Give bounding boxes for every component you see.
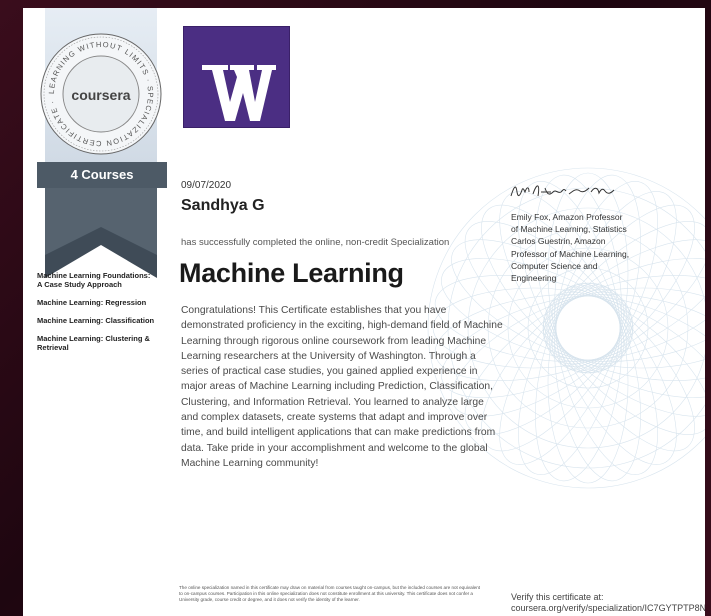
verify-label: Verify this certificate at: — [511, 592, 604, 602]
disclaimer: The online specialization named in this … — [179, 585, 481, 602]
certificate: LEARNING WITHOUT LIMITS · SPECIALIZATION… — [23, 8, 705, 616]
seal-brand: coursera — [71, 87, 130, 103]
course-item: Machine Learning Foundations: A Case Stu… — [37, 271, 151, 289]
issue-date: 09/07/2020 — [181, 180, 232, 191]
certificate-body: Congratulations! This Certificate establ… — [181, 305, 503, 469]
course-list: Machine Learning Foundations: A Case Stu… — [37, 271, 157, 361]
recipient-name: Sandhya G — [181, 197, 265, 214]
verify-link[interactable]: coursera.org/verify/specialization/IC7GY… — [511, 603, 705, 614]
coursera-seal: LEARNING WITHOUT LIMITS · SPECIALIZATION… — [40, 33, 162, 155]
course-item: Machine Learning: Clustering & Retrieval — [37, 334, 150, 352]
course-item: Machine Learning: Regression — [37, 298, 147, 307]
signers: Emily Fox, Amazon Professor of Machine L… — [511, 212, 630, 284]
university-logo — [183, 26, 290, 128]
signature — [510, 185, 615, 197]
specialization-title: Machine Learning — [179, 258, 404, 288]
ribbon-tail — [45, 173, 157, 278]
courses-count-band: 4 Courses — [37, 162, 167, 188]
w-logo-icon — [202, 65, 276, 121]
course-item: Machine Learning: Classification — [37, 316, 155, 325]
verify-block: Verify this certificate at: coursera.org… — [511, 592, 705, 614]
completion-statement: has successfully completed the online, n… — [181, 237, 450, 248]
